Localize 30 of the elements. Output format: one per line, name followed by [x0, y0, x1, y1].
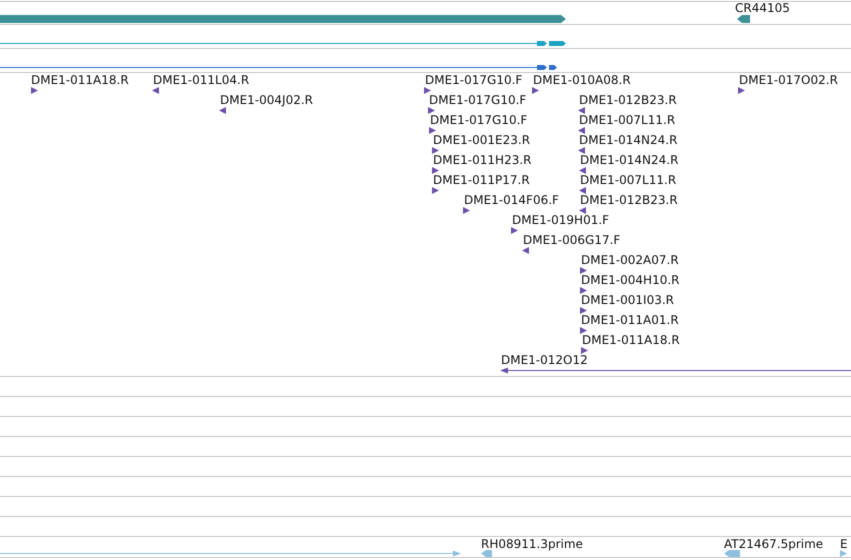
feature-label: CR44105	[735, 1, 790, 15]
feature-label: DME1-010A08.R	[533, 73, 631, 87]
feature-label: DME1-019H01.F	[512, 213, 610, 227]
feature-label: DME1-007L11.R	[579, 113, 676, 127]
feature-label: DME1-002A07.R	[581, 253, 679, 267]
feature-label: DME1-004J02.R	[220, 93, 314, 107]
feature-label: DME1-012B23.R	[579, 93, 677, 107]
feature-label: DME1-001I03.R	[581, 293, 674, 307]
feature-label: RH08911.3prime	[481, 537, 583, 551]
feature-label: AT21467.5prime	[724, 537, 824, 551]
feature-label: DME1-014F06.F	[464, 193, 559, 207]
feature-label: DME1-011P17.R	[433, 173, 530, 187]
feature-label: DME1-001E23.R	[433, 133, 530, 147]
feature-label: DME1-011A18.R	[582, 333, 680, 347]
feature-label: DME1-006G17.F	[523, 233, 620, 247]
feature-label: DME1-012B23.R	[580, 193, 678, 207]
feature-label: DME1-007L11.R	[580, 173, 676, 187]
feature-label: DME1-014N24.R	[579, 133, 678, 147]
feature-label: DME1-011L04.R	[153, 73, 250, 87]
feature-label: DME1-017G10.F	[430, 113, 528, 127]
feature-label: DME1-011A18.R	[31, 73, 129, 87]
feature-label: E	[840, 537, 848, 551]
feature-label: DME1-017O02.R	[739, 73, 838, 87]
feature-label: DME1-012O12	[501, 353, 588, 367]
feature-label: DME1-017G10.F	[429, 93, 526, 107]
feature-label: DME1-004H10.R	[581, 273, 680, 287]
feature-label: DME1-014N24.R	[580, 153, 678, 167]
feature-label: DME1-011H23.R	[433, 153, 532, 167]
feature-label: DME1-017G10.F	[425, 73, 522, 87]
feature-label: DME1-011A01.R	[581, 313, 679, 327]
